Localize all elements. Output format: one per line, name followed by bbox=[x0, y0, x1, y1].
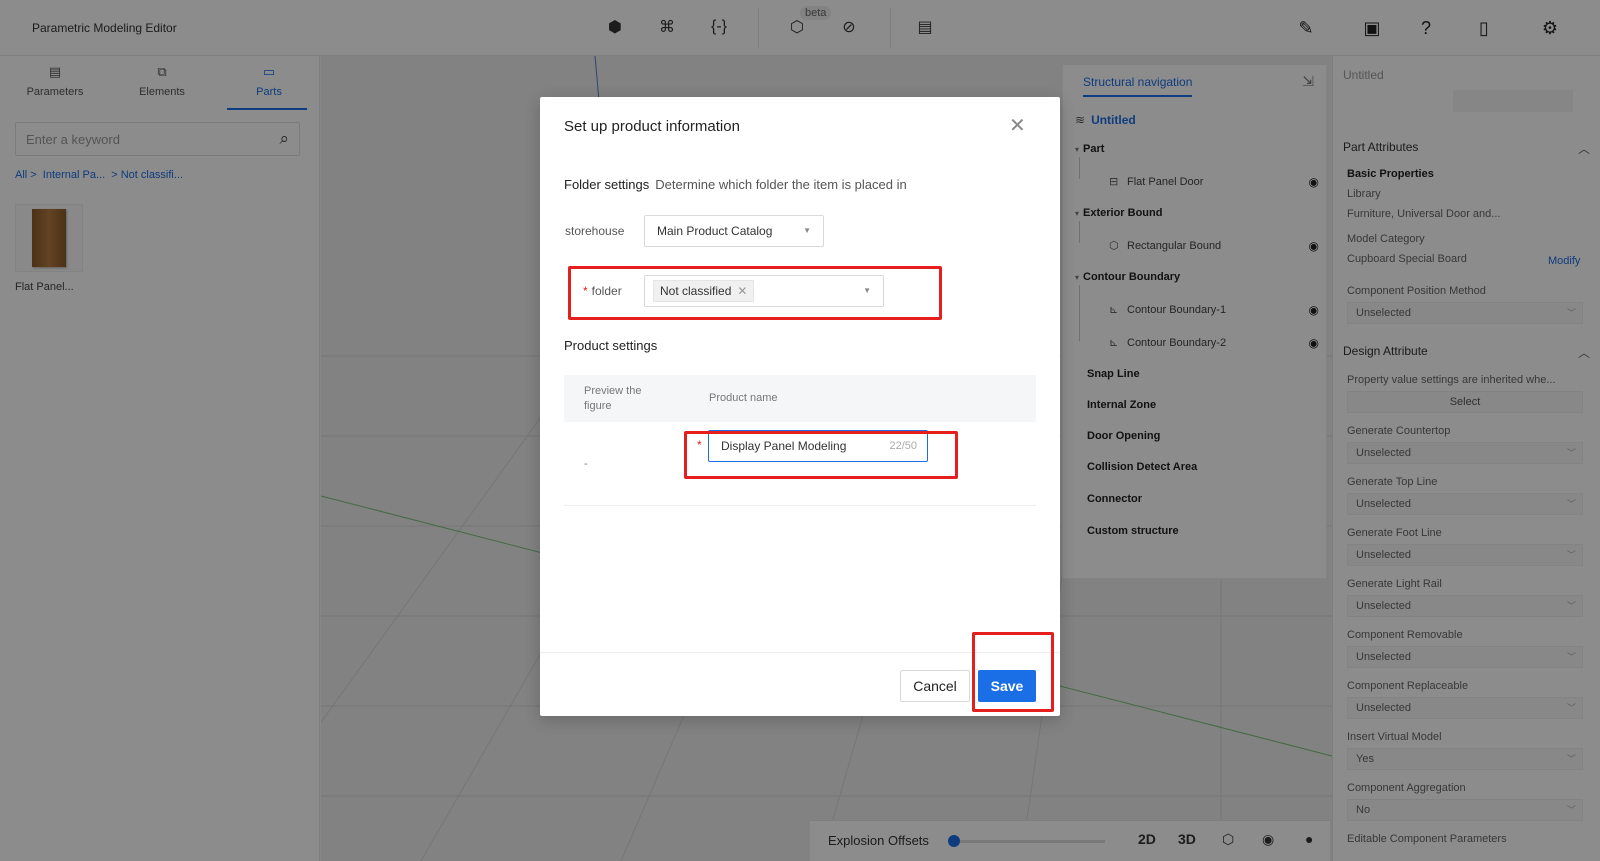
caret-down-icon: ▼ bbox=[803, 226, 811, 235]
highlight-box-save bbox=[972, 632, 1054, 712]
product-settings-heading: Product settings bbox=[564, 338, 658, 353]
storehouse-select[interactable]: Main Product Catalog ▼ bbox=[644, 215, 824, 247]
select-value: Main Product Catalog bbox=[657, 224, 773, 238]
product-info-dialog: Set up product information ✕ Folder sett… bbox=[540, 97, 1060, 716]
folder-settings-heading: Folder settings Determine which folder th… bbox=[564, 177, 907, 192]
highlight-box-product-name bbox=[684, 431, 958, 479]
column-product-name: Product name bbox=[709, 392, 778, 404]
section-description: Determine which folder the item is place… bbox=[655, 177, 907, 192]
close-icon[interactable]: ✕ bbox=[1009, 113, 1026, 138]
product-table-header: Preview the figure Product name bbox=[564, 375, 1036, 422]
column-preview: Preview the figure bbox=[584, 385, 642, 412]
cancel-button[interactable]: Cancel bbox=[900, 670, 970, 702]
dialog-title: Set up product information bbox=[564, 118, 740, 135]
storehouse-label: storehouse bbox=[565, 224, 625, 238]
section-title: Folder settings bbox=[564, 177, 650, 192]
preview-value: - bbox=[584, 458, 588, 470]
highlight-box-folder bbox=[568, 266, 942, 320]
